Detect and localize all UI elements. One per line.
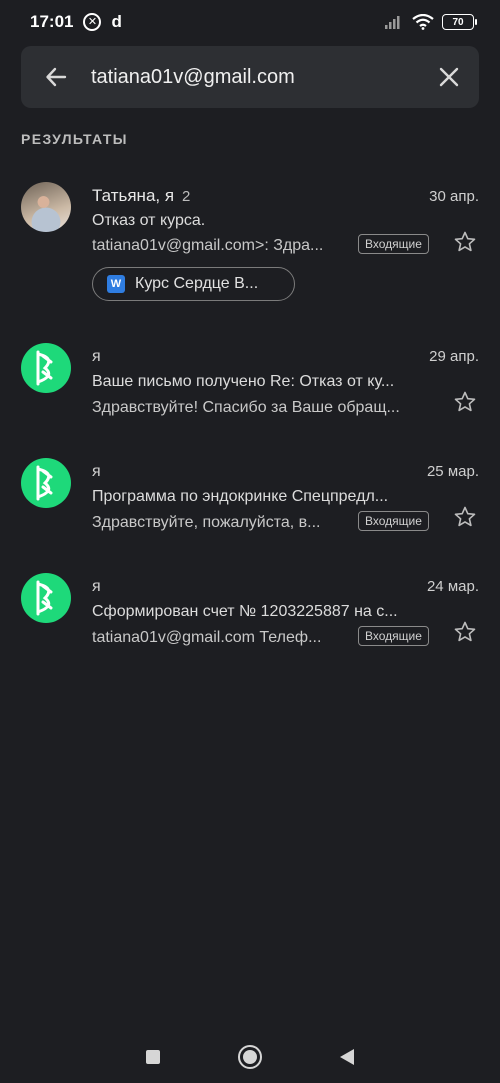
blocked-notification-icon: ✕: [83, 13, 102, 31]
inbox-label-chip: Входящие: [358, 234, 429, 254]
email-snippet: tatiana01v@gmail.com Телеф...: [92, 629, 322, 646]
email-date: 24 мар.: [426, 578, 479, 595]
word-document-icon: W: [107, 275, 125, 293]
star-button[interactable]: [450, 502, 480, 532]
email-snippet: Здравствуйте, пожалуйста, в...: [92, 514, 321, 531]
email-row[interactable]: Татьяна, я2 30 апр. Отказ от курса. tati…: [0, 170, 500, 320]
star-icon: [454, 506, 476, 527]
home-button[interactable]: [238, 1044, 262, 1069]
status-time: 17:01: [30, 12, 74, 31]
inbox-label-chip: Входящие: [358, 626, 429, 646]
back-button[interactable]: [21, 46, 91, 108]
attachment-chip[interactable]: W Курс Сердце В...: [92, 267, 295, 301]
email-snippet: tatiana01v@gmail.com>: Здра...: [92, 237, 324, 254]
avatar: [21, 343, 71, 393]
email-subject: Ваше письмо получено Re: Отказ от ку...: [92, 373, 395, 390]
results-heading: РЕЗУЛЬТАТЫ: [21, 131, 128, 147]
avatar: [21, 458, 71, 508]
battery-icon: 70: [442, 14, 477, 30]
star-button[interactable]: [450, 617, 480, 647]
star-icon: [454, 621, 476, 642]
battery-level: 70: [452, 16, 464, 28]
nav-back-button[interactable]: [340, 1048, 354, 1065]
thread-count: 2: [182, 188, 191, 205]
email-date: 25 мар.: [426, 463, 479, 480]
star-icon: [454, 231, 476, 252]
attachment-name: Курс Сердце В...: [135, 275, 259, 292]
avatar: [21, 182, 71, 232]
brand-logo-icon: [36, 465, 53, 501]
email-subject: Отказ от курса.: [92, 212, 206, 229]
email-subject: Программа по эндокринке Спецпредл...: [92, 488, 389, 505]
recent-apps-button[interactable]: [146, 1049, 160, 1064]
email-sender: Татьяна, я2: [92, 186, 191, 205]
email-date: 29 апр.: [429, 348, 479, 365]
star-button[interactable]: [450, 227, 480, 257]
email-sender: я: [92, 348, 101, 365]
email-subject: Сформирован счет № 1203225887 на с...: [92, 603, 398, 620]
brand-logo-icon: [36, 580, 53, 616]
email-row[interactable]: я 25 мар. Программа по эндокринке Спецпр…: [0, 450, 500, 550]
brand-logo-icon: [36, 350, 53, 386]
email-date: 30 апр.: [429, 188, 479, 205]
avatar: [21, 573, 71, 623]
inbox-label-chip: Входящие: [358, 511, 429, 531]
wifi-icon: [412, 14, 434, 30]
search-bar: tatiana01v@gmail.com: [21, 46, 479, 108]
system-nav-bar: [0, 1030, 500, 1083]
signal-icon: [385, 16, 400, 29]
star-button[interactable]: [450, 387, 480, 417]
search-input[interactable]: tatiana01v@gmail.com: [91, 66, 419, 89]
app-notification-icon: d: [111, 12, 122, 31]
close-icon: [439, 67, 459, 87]
home-icon: [243, 1049, 257, 1064]
email-sender: я: [92, 463, 101, 480]
arrow-back-icon: [46, 67, 67, 87]
status-bar: 17:01 ✕ d 70: [0, 0, 500, 44]
star-icon: [454, 391, 476, 412]
gmail-search-screen: 17:01 ✕ d 70 tatiana01v@gmail.com РЕЗУЛЬ…: [0, 0, 500, 1083]
clear-search-button[interactable]: [419, 46, 479, 108]
email-sender: я: [92, 578, 101, 595]
email-row[interactable]: я 29 апр. Ваше письмо получено Re: Отказ…: [0, 335, 500, 435]
email-snippet: Здравствуйте! Спасибо за Ваше обращ...: [92, 399, 400, 416]
email-row[interactable]: я 24 мар. Сформирован счет № 1203225887 …: [0, 565, 500, 665]
